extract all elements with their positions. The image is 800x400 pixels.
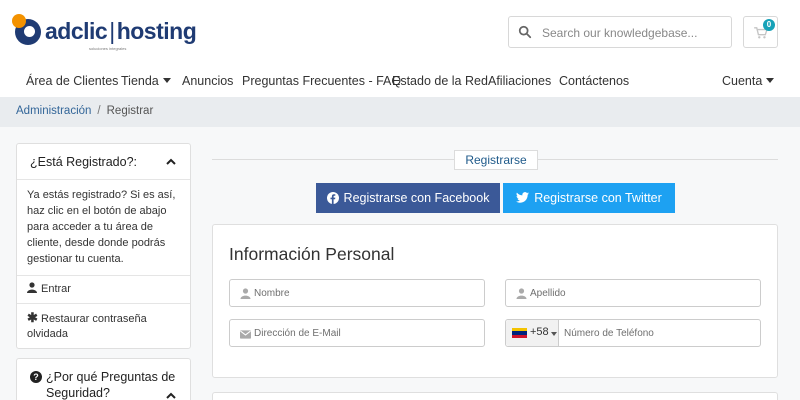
logo-name: adclic [45, 18, 108, 44]
security-panel-header[interactable]: ? ¿Por qué Preguntas de Seguridad? [17, 359, 190, 400]
facebook-register-button[interactable]: Registrarse con Facebook [316, 183, 500, 213]
nav-item-label: Contáctenos [559, 74, 630, 88]
email-input[interactable] [254, 325, 479, 341]
nav-item-label: Anuncios [182, 74, 234, 88]
facebook-icon [326, 191, 339, 204]
breadcrumb-separator: / [97, 105, 101, 117]
last-name-input[interactable] [530, 285, 755, 301]
caret-down-icon [766, 78, 775, 84]
nav-item-label: Cuenta [722, 74, 763, 88]
question-circle-icon: ? [30, 371, 42, 383]
phone-input[interactable] [564, 325, 754, 341]
nav-item-area-clientes[interactable]: Área de Clientes [26, 74, 118, 88]
nav-item-estado-red[interactable]: Estado de la Red [392, 74, 488, 88]
phone-field: +58 [505, 319, 761, 347]
login-link[interactable]: Entrar [17, 275, 190, 303]
last-name-field [505, 279, 761, 307]
asterisk-icon: ✱ [27, 310, 38, 325]
nav-item-afiliaciones[interactable]: Afiliaciones [488, 74, 551, 88]
user-icon [516, 288, 527, 299]
user-icon [240, 288, 251, 299]
registered-panel-text: Ya estás registrado? Si es así, haz clic… [27, 189, 176, 265]
main-nav: Área de Clientes Tienda Anuncios Pregunt… [0, 66, 800, 97]
login-link-label: Entrar [41, 283, 71, 295]
logo-tagline: soluciones integrales [89, 46, 127, 51]
registered-panel-title: ¿Está Registrado?: [30, 155, 137, 169]
nav-item-faq[interactable]: Preguntas Frecuentes - FAQ [242, 74, 401, 88]
forgot-password-link[interactable]: ✱ Restaurar contraseña olvidada [17, 303, 190, 348]
twitter-register-button[interactable]: Registrarse con Twitter [503, 183, 675, 213]
breadcrumb-bar: Administración / Registrar [0, 97, 800, 127]
registered-panel-header[interactable]: ¿Está Registrado?: [17, 144, 190, 180]
security-questions-panel: ? ¿Por qué Preguntas de Seguridad? [16, 358, 191, 400]
nav-item-contactenos[interactable]: Contáctenos [559, 74, 629, 88]
personal-info-card: Información Personal +58 [212, 224, 778, 378]
nav-item-label: Área de Clientes [26, 74, 119, 88]
next-section-card [212, 392, 778, 400]
security-panel-title: ¿Por qué Preguntas de Seguridad? [46, 370, 176, 400]
logo-text: adclic|hosting [45, 18, 197, 45]
venezuela-flag-icon [512, 328, 527, 338]
facebook-button-label: Registrarse con Facebook [343, 191, 490, 205]
personal-info-title: Información Personal [229, 244, 395, 264]
envelope-icon [240, 330, 251, 339]
cart-count-badge: 0 [763, 19, 775, 31]
breadcrumb: Administración / Registrar [16, 105, 153, 117]
caret-down-icon [162, 78, 171, 84]
nav-item-label: Tienda [121, 74, 159, 88]
first-name-input[interactable] [254, 285, 479, 301]
chevron-up-icon [166, 158, 176, 165]
search-icon [518, 25, 532, 39]
first-name-field [229, 279, 485, 307]
chevron-up-icon [166, 392, 176, 399]
caret-down-icon [551, 332, 557, 336]
forgot-password-label: Restaurar contraseña olvidada [27, 313, 147, 340]
logo-separator: | [109, 18, 115, 44]
country-code-selector[interactable]: +58 [506, 320, 559, 346]
nav-item-label: Estado de la Red [392, 74, 488, 88]
twitter-icon [516, 192, 530, 203]
nav-item-cuenta[interactable]: Cuenta [722, 74, 775, 88]
nav-item-label: Preguntas Frecuentes - FAQ [242, 74, 402, 88]
search-input[interactable] [542, 23, 727, 43]
site-header: adclic|hosting soluciones integrales 0 [0, 0, 800, 66]
register-section-label: Registrarse [454, 150, 538, 170]
twitter-button-label: Registrarse con Twitter [534, 191, 662, 205]
dial-code: +58 [530, 326, 549, 338]
breadcrumb-link-administracion[interactable]: Administración [16, 105, 91, 117]
logo-suffix: hosting [116, 18, 197, 44]
email-field [229, 319, 485, 347]
registered-panel: ¿Está Registrado?: Ya estás registrado? … [16, 143, 191, 349]
search-box [508, 16, 732, 48]
nav-item-anuncios[interactable]: Anuncios [182, 74, 233, 88]
breadcrumb-current: Registrar [106, 105, 154, 117]
user-icon [27, 282, 37, 293]
nav-item-label: Afiliaciones [488, 74, 552, 88]
logo-mark-icon [12, 14, 41, 45]
nav-item-tienda[interactable]: Tienda [121, 74, 171, 88]
